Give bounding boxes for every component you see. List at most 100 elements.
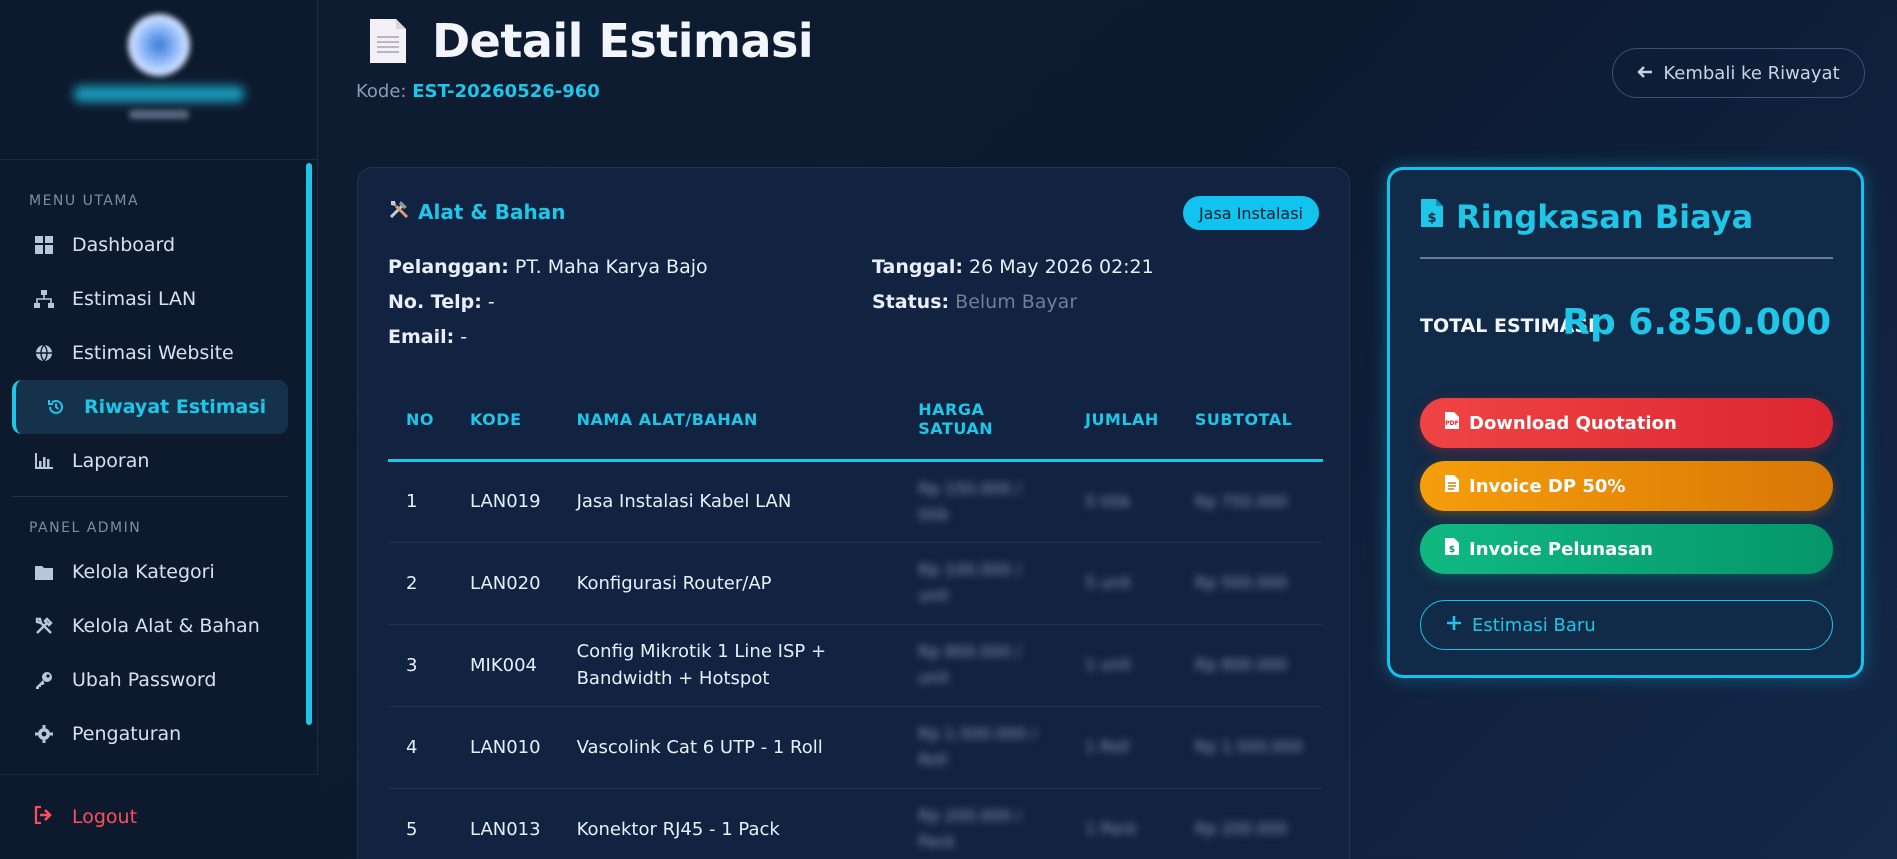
- gear-icon: [34, 724, 54, 744]
- key-icon: [34, 670, 54, 690]
- cell-jumlah: 1 Pack: [1066, 788, 1177, 859]
- cell-jumlah: 5 unit: [1066, 542, 1177, 625]
- total-value: Rp 6.850.000: [1562, 302, 1831, 343]
- tools-icon: [388, 198, 410, 225]
- globe-icon: [34, 343, 54, 363]
- document-icon: [370, 19, 406, 63]
- cell-jumlah: 5 titik: [1066, 460, 1177, 543]
- table-header-row: NO KODE NAMA ALAT/BAHAN HARGA SATUAN JUM…: [388, 380, 1323, 462]
- column-header-kode: KODE: [452, 380, 559, 462]
- cell-subtotal: Rp 1.500.000: [1176, 706, 1323, 789]
- card-title: Alat & Bahan: [388, 198, 565, 225]
- column-header-harga: HARGA SATUAN: [900, 380, 1067, 462]
- items-table: NO KODE NAMA ALAT/BAHAN HARGA SATUAN JUM…: [388, 380, 1323, 859]
- cell-no: 5: [388, 788, 452, 859]
- estimate-code-value: EST-20260526-960: [412, 81, 600, 102]
- chart-icon: [34, 451, 54, 471]
- new-estimate-button[interactable]: Estimasi Baru: [1420, 600, 1833, 650]
- sidebar-item-label: Estimasi LAN: [72, 288, 197, 310]
- cell-jumlah-text: 1 unit: [1084, 655, 1132, 674]
- sidebar-item-laporan[interactable]: Laporan: [12, 434, 288, 488]
- folder-icon: [34, 562, 54, 582]
- card-title-text: Alat & Bahan: [418, 199, 566, 224]
- back-to-history-button[interactable]: Kembali ke Riwayat: [1612, 48, 1865, 98]
- svg-text:$: $: [1449, 545, 1455, 555]
- cell-kode: LAN020: [452, 542, 559, 625]
- payment-status: Status: Belum Bayar: [872, 291, 1077, 313]
- sidebar: MENU UTAMA Dashboard Estimasi LAN Estima…: [0, 0, 318, 859]
- cell-subtotal-text: Rp 1.500.000: [1194, 737, 1303, 756]
- svg-text:PDF: PDF: [1445, 420, 1458, 427]
- brand-version-blurred: [128, 110, 189, 119]
- invoice-pelunasan-button[interactable]: $ Invoice Pelunasan: [1420, 524, 1833, 574]
- service-type-badge: Jasa Instalasi: [1182, 196, 1319, 230]
- sidebar-item-label: Dashboard: [72, 234, 176, 256]
- cell-subtotal-text: Rp 750.000: [1194, 491, 1288, 511]
- cell-harga-text: Rp 150.000 / titik: [918, 478, 1022, 524]
- sidebar-divider: [12, 496, 288, 497]
- tools-icon: [34, 616, 54, 636]
- cell-harga: Rp 1.500.000 / Roll: [900, 706, 1067, 789]
- sidebar-item-label: Kelola Alat & Bahan: [72, 615, 260, 637]
- cell-jumlah: 1 Roll: [1066, 706, 1177, 789]
- customer-email: Email: -: [388, 326, 467, 348]
- invoice-pelunasan-label: Invoice Pelunasan: [1469, 538, 1653, 560]
- page-title-text: Detail Estimasi: [432, 14, 814, 68]
- cell-nama: Config Mikrotik 1 Line ISP + Bandwidth +…: [558, 624, 901, 707]
- download-quotation-button[interactable]: PDF Download Quotation: [1420, 398, 1833, 448]
- download-quotation-label: Download Quotation: [1469, 412, 1677, 434]
- sidebar-scrollbar[interactable]: [306, 163, 312, 725]
- cell-kode: LAN019: [452, 460, 559, 543]
- cell-jumlah-text: 1 Roll: [1084, 737, 1130, 756]
- back-button-label: Kembali ke Riwayat: [1663, 62, 1840, 84]
- cell-harga: Rp 200.000 / Pack: [900, 788, 1067, 859]
- cell-harga-text: Rp 100.000 / unit: [918, 560, 1022, 605]
- sidebar-menu: MENU UTAMA Dashboard Estimasi LAN Estima…: [0, 160, 318, 774]
- network-icon: [34, 289, 54, 309]
- estimate-date-value: 26 May 2026 02:21: [969, 256, 1154, 278]
- sidebar-item-kelola-kategori[interactable]: Kelola Kategori: [12, 545, 288, 599]
- sidebar-item-label: Pengaturan: [72, 723, 182, 745]
- sidebar-item-ubah-password[interactable]: Ubah Password: [12, 653, 288, 707]
- customer-name: Pelanggan: PT. Maha Karya Bajo: [388, 256, 708, 278]
- cell-no: 1: [388, 460, 452, 543]
- file-dollar-icon: $: [1445, 538, 1459, 560]
- sidebar-item-dashboard[interactable]: Dashboard: [12, 218, 288, 272]
- sidebar-item-pengaturan[interactable]: Pengaturan: [12, 707, 288, 761]
- cell-nama: Vascolink Cat 6 UTP - 1 Roll: [558, 706, 901, 789]
- sidebar-item-estimasi-website[interactable]: Estimasi Website: [12, 326, 288, 380]
- logout-label: Logout: [72, 806, 138, 828]
- cell-subtotal: Rp 750.000: [1176, 460, 1323, 543]
- arrow-left-icon: [1637, 63, 1653, 84]
- cell-subtotal: Rp 800.000: [1176, 624, 1323, 707]
- summary-divider: [1420, 257, 1833, 259]
- sidebar-item-kelola-alat-bahan[interactable]: Kelola Alat & Bahan: [12, 599, 288, 653]
- cell-jumlah-text: 5 unit: [1084, 573, 1132, 592]
- section-title-panel-admin: PANEL ADMIN: [29, 520, 142, 536]
- logout-button[interactable]: Logout: [0, 774, 318, 859]
- payment-status-label: Status:: [872, 291, 950, 313]
- cell-no: 2: [388, 542, 452, 625]
- cost-summary-card: $ Ringkasan Biaya TOTAL ESTIMASI Rp 6.85…: [1387, 167, 1864, 678]
- table-row: 3 MIK004 Config Mikrotik 1 Line ISP + Ba…: [388, 624, 1323, 707]
- sidebar-item-estimasi-lan[interactable]: Estimasi LAN: [12, 272, 288, 326]
- cell-nama: Jasa Instalasi Kabel LAN: [558, 460, 901, 543]
- section-title-menu-utama: MENU UTAMA: [29, 193, 140, 209]
- cell-kode: MIK004: [452, 624, 559, 707]
- page-title: Detail Estimasi: [368, 14, 814, 68]
- invoice-dp-button[interactable]: Invoice DP 50%: [1420, 461, 1833, 511]
- cell-harga-text: Rp 1.500.000 / Roll: [918, 724, 1037, 769]
- cell-harga-text: Rp 800.000 / unit: [918, 642, 1022, 687]
- file-invoice-icon: [1445, 475, 1459, 497]
- brand-logo[interactable]: [127, 14, 190, 76]
- svg-text:$: $: [1427, 211, 1436, 226]
- table-row: 1 LAN019 Jasa Instalasi Kabel LAN Rp 150…: [388, 460, 1323, 543]
- sidebar-item-riwayat-estimasi[interactable]: Riwayat Estimasi: [12, 380, 288, 434]
- estimate-code-label: Kode:: [356, 81, 407, 102]
- customer-name-value: PT. Maha Karya Bajo: [514, 256, 708, 278]
- cell-subtotal-text: Rp 800.000: [1194, 655, 1288, 674]
- table-row: 2 LAN020 Konfigurasi Router/AP Rp 100.00…: [388, 542, 1323, 625]
- invoice-dp-label: Invoice DP 50%: [1469, 475, 1626, 497]
- brand: [0, 0, 317, 160]
- estimate-code: Kode: EST-20260526-960: [356, 81, 600, 102]
